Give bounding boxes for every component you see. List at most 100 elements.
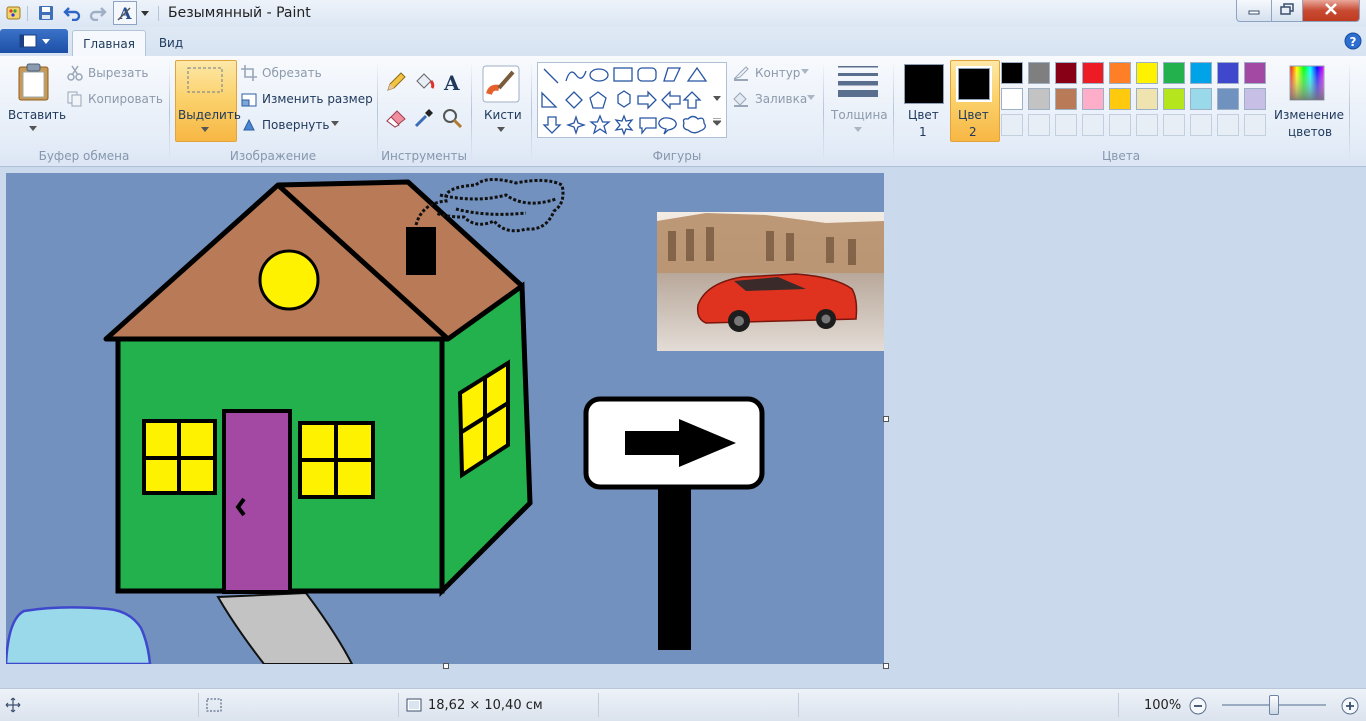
palette-swatch[interactable]	[1028, 62, 1050, 84]
brushes-button[interactable]: Кисти	[484, 108, 522, 122]
brushes-dropdown-icon[interactable]	[496, 126, 506, 134]
palette-swatch[interactable]	[1109, 62, 1131, 84]
shapes-gallery[interactable]	[537, 62, 727, 138]
fill-dropdown-icon[interactable]	[806, 94, 816, 102]
palette-swatch[interactable]	[1217, 62, 1239, 84]
palette-swatch[interactable]	[1163, 62, 1185, 84]
shapes-group-label: Фигуры	[652, 149, 702, 163]
palette-swatch-empty[interactable]	[1244, 114, 1266, 136]
palette-swatch[interactable]	[1109, 88, 1131, 110]
outline-dropdown-icon[interactable]	[800, 68, 810, 76]
palette-swatch-empty[interactable]	[1028, 114, 1050, 136]
palette-swatch-empty[interactable]	[1163, 114, 1185, 136]
crop-button[interactable]: Обрезать	[262, 66, 322, 80]
rotate-dropdown-icon[interactable]	[330, 120, 340, 128]
palette-swatch[interactable]	[1244, 88, 1266, 110]
pond	[6, 606, 152, 664]
text-format-icon[interactable]: A	[113, 1, 137, 25]
rainbow-palette-icon	[1288, 64, 1326, 102]
paint-app-icon[interactable]	[4, 3, 24, 23]
palette-swatch[interactable]	[1001, 88, 1023, 110]
sign-post	[658, 478, 691, 650]
outline-icon	[731, 64, 751, 82]
palette-swatch[interactable]	[1136, 62, 1158, 84]
eraser-icon[interactable]	[384, 106, 408, 130]
resize-handle-bottom[interactable]	[443, 663, 449, 669]
palette-swatch[interactable]	[1055, 88, 1077, 110]
customize-arrow-icon[interactable]	[138, 3, 152, 23]
text-icon[interactable]: A	[440, 70, 464, 94]
palette-swatch[interactable]	[1190, 62, 1212, 84]
palette-swatch-empty[interactable]	[1001, 114, 1023, 136]
palette-swatch[interactable]	[1163, 88, 1185, 110]
resize-button[interactable]: Изменить размер	[262, 92, 373, 106]
palette-swatch[interactable]	[1244, 62, 1266, 84]
undo-icon[interactable]	[62, 3, 82, 23]
palette-swatch-empty[interactable]	[1136, 114, 1158, 136]
outline-button[interactable]: Контур	[755, 66, 800, 80]
color2-label: Цвет	[958, 108, 989, 122]
file-menu-button[interactable]	[0, 29, 68, 53]
ribbon: Вставить Вырезать Копировать Буфер обмен…	[0, 56, 1366, 167]
palette-swatch-empty[interactable]	[1217, 114, 1239, 136]
palette-swatch[interactable]	[1028, 88, 1050, 110]
palette-swatch[interactable]	[1217, 88, 1239, 110]
maximize-button[interactable]	[1271, 0, 1303, 22]
size-button[interactable]: Толщина	[831, 108, 888, 122]
shapes-more-icon[interactable]	[711, 116, 723, 128]
select-rectangle-icon	[186, 66, 224, 94]
clipboard-icon	[16, 62, 52, 102]
palette-swatch-empty[interactable]	[1190, 114, 1212, 136]
palette-swatch[interactable]	[1055, 62, 1077, 84]
palette-swatch[interactable]	[1082, 62, 1104, 84]
zoom-level: 100%	[1144, 698, 1182, 713]
palette-swatch[interactable]	[1082, 88, 1104, 110]
magnifier-icon[interactable]	[440, 106, 464, 130]
image-dimensions: 18,62 × 10,40 см	[428, 698, 543, 713]
selection-size-icon	[204, 696, 224, 714]
cursor-position-icon	[4, 696, 22, 714]
palette-swatch-empty[interactable]	[1082, 114, 1104, 136]
minimize-button[interactable]	[1236, 0, 1272, 22]
zoom-out-icon[interactable]	[1188, 696, 1208, 716]
palette-swatch-empty[interactable]	[1055, 114, 1077, 136]
zoom-in-icon[interactable]	[1340, 696, 1360, 716]
color2-swatch	[956, 66, 992, 102]
zoom-slider-thumb[interactable]	[1269, 695, 1279, 715]
resize-handle-right[interactable]	[883, 416, 889, 422]
color-picker-icon[interactable]	[412, 106, 436, 130]
fill-button[interactable]: Заливка	[755, 92, 807, 106]
rotate-button[interactable]: Повернуть	[262, 118, 329, 132]
palette-swatch[interactable]	[1001, 62, 1023, 84]
close-button[interactable]	[1302, 0, 1360, 22]
drawing-canvas[interactable]	[6, 173, 884, 664]
redo-icon[interactable]	[88, 3, 108, 23]
fill-bucket-icon[interactable]	[412, 70, 436, 94]
tab-home[interactable]: Главная	[72, 30, 146, 57]
title-bar: A Безымянный - Paint	[0, 0, 1366, 28]
size-dropdown-icon[interactable]	[853, 126, 863, 134]
fill-icon	[731, 90, 751, 108]
ribbon-tab-row: Главная Вид ?	[0, 27, 1366, 57]
left-window	[142, 419, 217, 495]
select-dropdown-icon[interactable]	[200, 126, 210, 134]
palette-swatch[interactable]	[1190, 88, 1212, 110]
palette-swatch-empty[interactable]	[1109, 114, 1131, 136]
tab-view[interactable]: Вид	[150, 30, 192, 56]
color1-label: Цвет	[908, 108, 939, 122]
cut-button[interactable]: Вырезать	[88, 66, 149, 80]
help-icon[interactable]: ?	[1343, 31, 1363, 51]
palette-swatch[interactable]	[1136, 88, 1158, 110]
crop-icon	[240, 64, 258, 82]
edit-colors-label-2[interactable]: цветов	[1288, 125, 1332, 139]
shapes-scroll-down-icon[interactable]	[711, 94, 723, 104]
tools-group-label: Инструменты	[381, 149, 467, 163]
shapes-gallery-icons	[541, 66, 708, 136]
copy-button[interactable]: Копировать	[88, 92, 163, 106]
attic-window	[258, 249, 320, 311]
save-icon[interactable]	[36, 3, 56, 23]
edit-colors-label[interactable]: Изменение	[1274, 108, 1344, 122]
resize-handle-corner[interactable]	[883, 663, 889, 669]
pencil-icon[interactable]	[384, 70, 408, 94]
paste-dropdown-icon[interactable]	[28, 124, 38, 134]
